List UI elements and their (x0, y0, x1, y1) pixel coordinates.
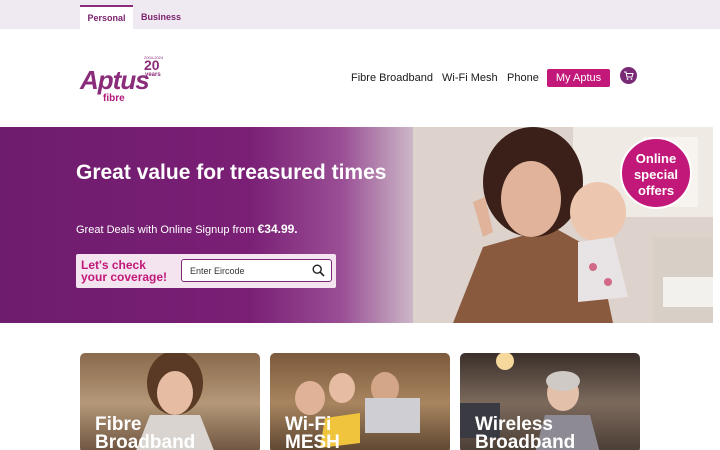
nav-fibre-broadband[interactable]: Fibre Broadband (351, 69, 433, 87)
nav-wifi-mesh[interactable]: Wi-Fi Mesh (442, 69, 498, 87)
card-title: Fibre Broadband (95, 415, 196, 450)
eircode-input[interactable] (181, 259, 332, 282)
logo-word: Aptus (80, 65, 150, 95)
hero-price: €34.99. (257, 222, 298, 236)
logo-sub: fibre (103, 93, 125, 104)
card-title: Wireless Broadband (475, 415, 576, 450)
hero-subtitle: Great Deals with Online Signup from €34.… (76, 222, 298, 236)
badge-line3: offers (637, 183, 675, 198)
coverage-label: Let's check your coverage! (81, 259, 181, 283)
segment-bar: Personal Business (0, 0, 720, 29)
badge-line1: Online (635, 151, 677, 166)
aptus-logo[interactable]: Aptus fibre 2004-2024 20 years (80, 55, 170, 105)
card-title-line2: MESH (285, 432, 340, 450)
coverage-label-line2: your coverage! (81, 270, 168, 284)
tab-personal[interactable]: Personal (80, 5, 133, 29)
cart-button[interactable] (620, 67, 637, 84)
card-title-line2: Broadband (475, 432, 576, 450)
search-icon[interactable] (312, 264, 325, 277)
coverage-checker: Let's check your coverage! (76, 254, 336, 288)
hero-subtitle-text: Great Deals with Online Signup from (76, 224, 258, 236)
badge-line2: special (633, 167, 679, 182)
tab-business[interactable]: Business (137, 5, 185, 29)
card-title: Wi-Fi MESH (285, 415, 340, 450)
hero-title: Great value for treasured times (76, 161, 387, 184)
logo-years-label: years (145, 72, 161, 78)
header: Aptus fibre 2004-2024 20 years Fibre Bro… (0, 29, 720, 127)
nav-phone[interactable]: Phone (507, 69, 539, 87)
hero-banner: Great value for treasured times Great De… (0, 127, 713, 323)
card-title-line2: Broadband (95, 432, 196, 450)
card-wifi-mesh[interactable]: Wi-Fi MESH (270, 353, 450, 450)
card-wireless-broadband[interactable]: Wireless Broadband (460, 353, 640, 450)
online-offers-badge[interactable]: Online special offers (620, 137, 692, 209)
my-aptus-button[interactable]: My Aptus (547, 69, 610, 87)
card-fibre-broadband[interactable]: Fibre Broadband (80, 353, 260, 450)
logo-years-number: 20 (144, 57, 160, 73)
cart-icon (624, 71, 634, 80)
